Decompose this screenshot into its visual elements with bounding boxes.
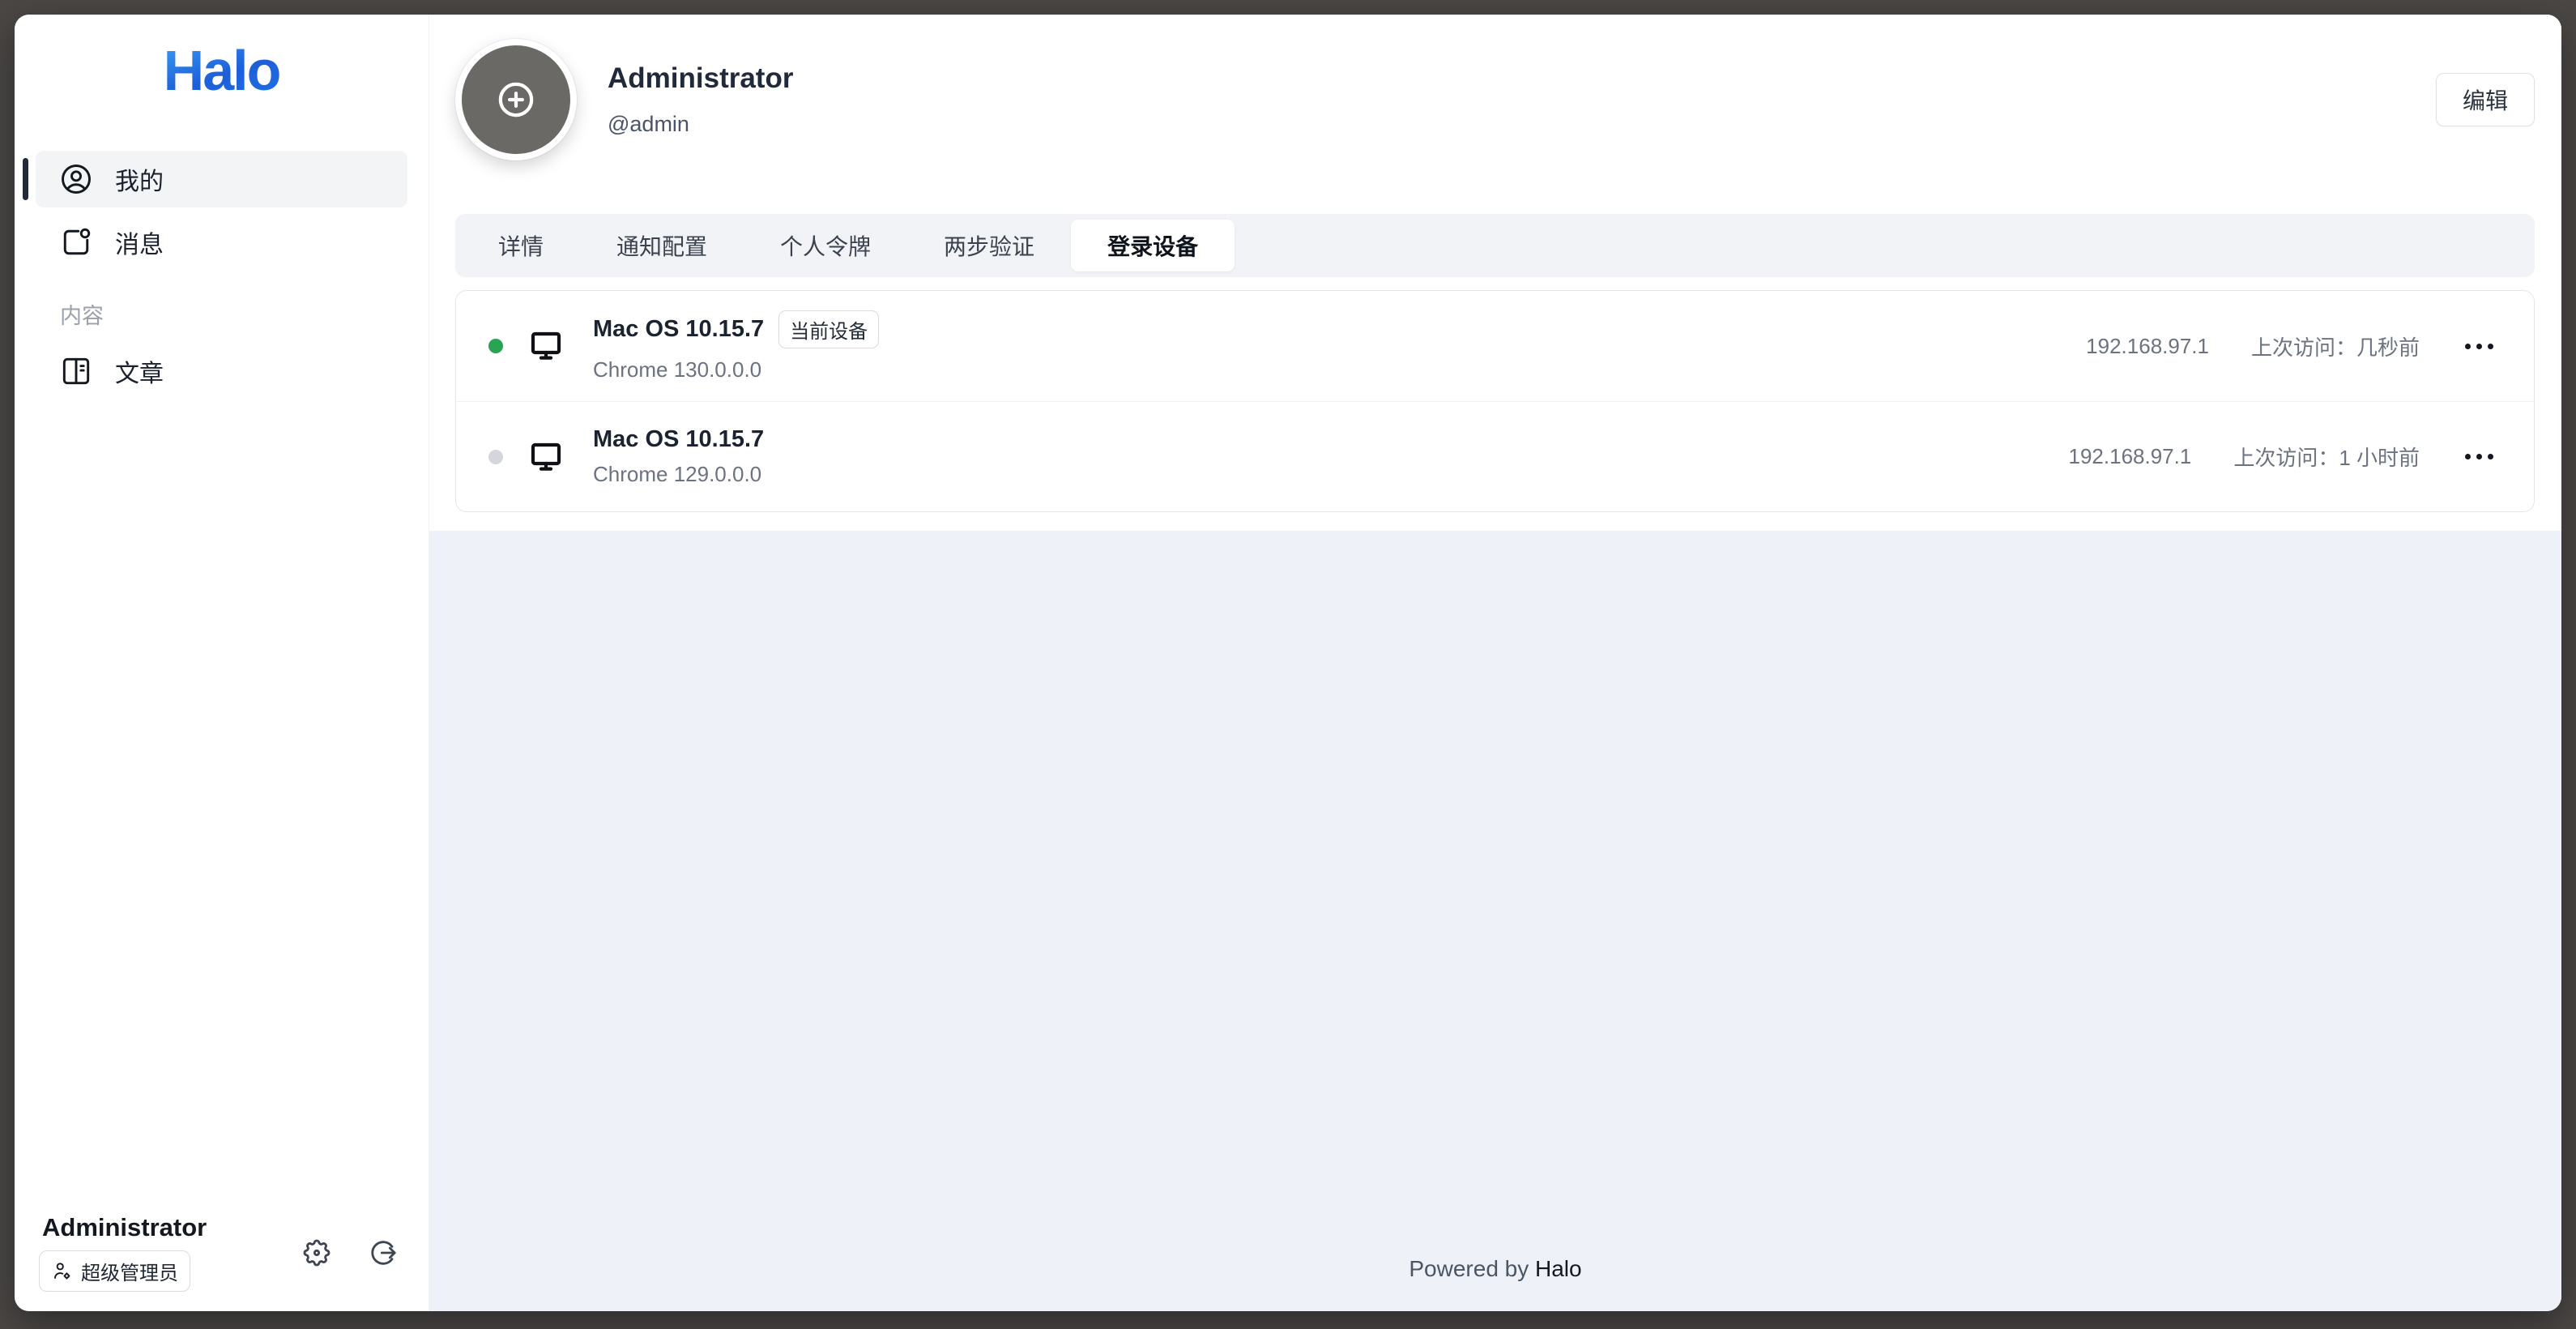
main-content: Administrator @admin 编辑 详情 通知配置 个人令牌 两步验… [429, 15, 2561, 1311]
message-icon [58, 224, 94, 260]
sidebar-nav: 我的 消息 [15, 151, 429, 271]
device-last-access: 上次访问：几秒前 [2251, 331, 2420, 361]
halo-logo: Halo [164, 42, 280, 99]
user-circle-icon [58, 161, 94, 197]
device-browser: Chrome 130.0.0.0 [593, 357, 879, 382]
device-actions-button[interactable] [2462, 335, 2497, 357]
powered-by-footer: Powered by Halo [1409, 1256, 1581, 1282]
profile-tabs: 详情 通知配置 个人令牌 两步验证 登录设备 [455, 214, 2535, 277]
edit-button[interactable]: 编辑 [2436, 73, 2535, 126]
logo-container: Halo [15, 42, 429, 99]
device-list: Mac OS 10.15.7 当前设备 Chrome 130.0.0.0 192… [455, 290, 2535, 512]
device-os: Mac OS 10.15.7 [593, 426, 764, 453]
profile-handle: @admin [608, 112, 793, 137]
device-row: Mac OS 10.15.7 当前设备 Chrome 130.0.0.0 192… [456, 291, 2534, 401]
sidebar-footer: Administrator 超级管理员 [15, 1213, 429, 1311]
device-ip: 192.168.97.1 [2069, 444, 2192, 469]
account-username: Administrator [39, 1213, 207, 1242]
device-meta: 192.168.97.1 上次访问：几秒前 [2086, 331, 2497, 361]
sidebar-item-label: 文章 [115, 353, 164, 389]
device-ip: 192.168.97.1 [2086, 334, 2209, 359]
device-actions-button[interactable] [2462, 446, 2497, 468]
status-offline-dot [488, 450, 503, 464]
app-window: Halo 我的 消息 内容 文章 [15, 15, 2561, 1311]
profile-header-section: Administrator @admin 编辑 详情 通知配置 个人令牌 两步验… [429, 15, 2561, 531]
sidebar: Halo 我的 消息 内容 文章 [15, 15, 429, 1311]
device-os: Mac OS 10.15.7 [593, 316, 764, 343]
user-gear-icon [51, 1260, 73, 1282]
sidebar-item-articles[interactable]: 文章 [36, 343, 407, 400]
role-badge-label: 超级管理员 [81, 1257, 178, 1285]
settings-gear-icon[interactable] [299, 1235, 335, 1271]
monitor-icon [527, 327, 565, 365]
article-icon [58, 353, 94, 389]
tab-two-factor[interactable]: 两步验证 [907, 220, 1071, 271]
sidebar-item-profile[interactable]: 我的 [36, 151, 407, 207]
current-device-badge: 当前设备 [778, 310, 879, 348]
circle-plus-icon [493, 77, 539, 122]
device-browser: Chrome 129.0.0.0 [593, 462, 764, 487]
sidebar-item-label: 我的 [115, 161, 164, 197]
sidebar-section-content: 内容 [60, 298, 429, 330]
profile-text: Administrator @admin [608, 62, 793, 137]
avatar[interactable] [455, 39, 577, 160]
logout-icon[interactable] [365, 1235, 401, 1271]
device-meta: 192.168.97.1 上次访问：1 小时前 [2069, 442, 2497, 472]
sidebar-item-label: 消息 [115, 224, 164, 260]
device-title-row: Mac OS 10.15.7 [593, 426, 764, 453]
device-row: Mac OS 10.15.7 Chrome 129.0.0.0 192.168.… [456, 401, 2534, 511]
status-online-dot [488, 339, 503, 353]
device-info: Mac OS 10.15.7 当前设备 Chrome 130.0.0.0 [593, 310, 879, 382]
sidebar-item-messages[interactable]: 消息 [36, 214, 407, 271]
device-title-row: Mac OS 10.15.7 当前设备 [593, 310, 879, 348]
profile-display-name: Administrator [608, 62, 793, 95]
footer-actions [299, 1235, 401, 1271]
monitor-icon [527, 438, 565, 476]
sidebar-nav-content: 文章 [15, 343, 429, 400]
tab-details[interactable]: 详情 [462, 220, 580, 271]
tab-notification-settings[interactable]: 通知配置 [580, 220, 744, 271]
tab-personal-tokens[interactable]: 个人令牌 [744, 220, 907, 271]
device-info: Mac OS 10.15.7 Chrome 129.0.0.0 [593, 426, 764, 487]
tab-login-devices[interactable]: 登录设备 [1071, 220, 1235, 271]
role-badge: 超级管理员 [39, 1250, 190, 1292]
halo-brand-link[interactable]: Halo [1535, 1256, 1582, 1281]
device-last-access: 上次访问：1 小时前 [2233, 442, 2420, 472]
profile-row: Administrator @admin 编辑 [455, 39, 2535, 160]
account-block: Administrator 超级管理员 [39, 1213, 207, 1292]
powered-by-text: Powered by [1409, 1256, 1535, 1281]
